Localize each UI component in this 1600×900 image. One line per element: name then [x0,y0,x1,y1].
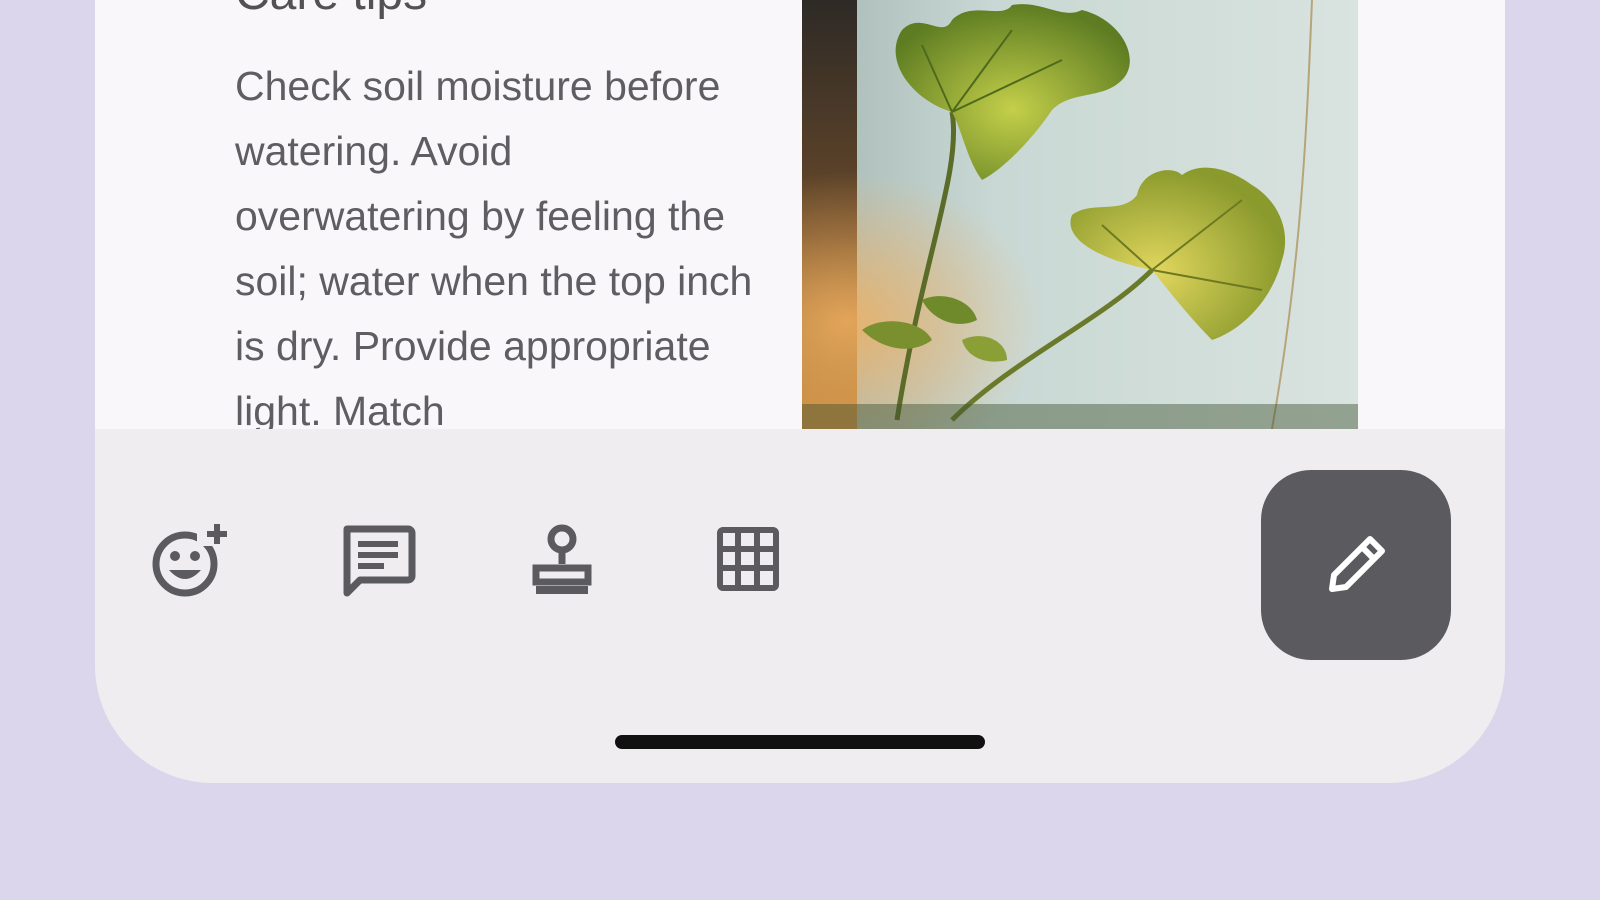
comment-button[interactable] [338,524,418,600]
note-title: Care tips [235,0,427,22]
stamp-icon [532,524,592,594]
note-body: Check soil moisture before watering. Avo… [235,63,753,429]
comment-icon [343,525,416,597]
emoji-add-button[interactable] [151,524,231,600]
grid-icon [717,527,779,591]
stamp-button[interactable] [524,524,604,600]
pencil-icon [1329,536,1385,592]
edit-fab-button[interactable] [1261,470,1451,660]
plant-photo[interactable] [802,0,1358,429]
grid-button[interactable] [710,524,790,600]
phone-screen: Care tips Check soil moisture before wat… [95,0,1505,783]
home-indicator[interactable] [615,735,985,749]
note-card[interactable]: Care tips Check soil moisture before wat… [95,0,1505,429]
emoji-add-icon [152,524,227,597]
plant-photo-image [802,0,1358,429]
